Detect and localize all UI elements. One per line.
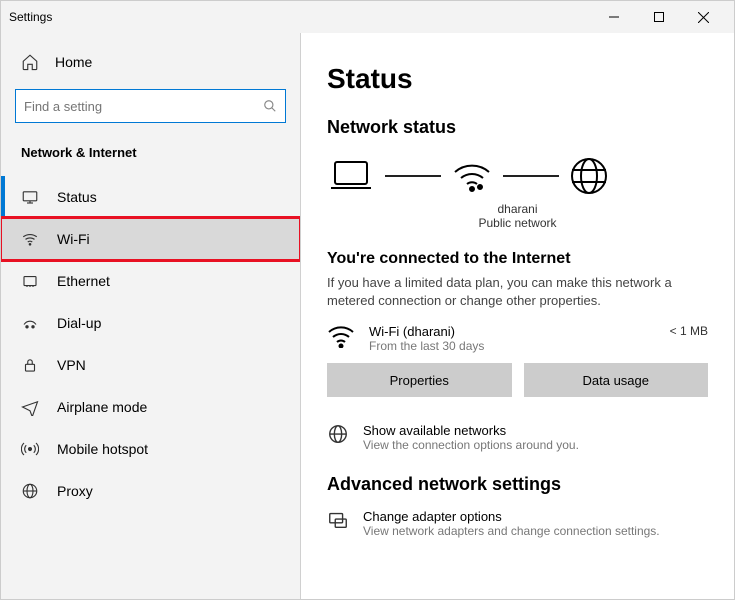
sidebar-item-status[interactable]: Status (1, 176, 300, 218)
connection-usage: < 1 MB (670, 324, 708, 338)
sidebar-item-vpn[interactable]: VPN (1, 344, 300, 386)
home-label: Home (55, 54, 92, 70)
show-networks-sub: View the connection options around you. (363, 438, 579, 452)
show-networks-title: Show available networks (363, 423, 579, 438)
sidebar-item-airplane[interactable]: Airplane mode (1, 386, 300, 428)
globe-icon (327, 423, 349, 445)
close-button[interactable] (681, 1, 726, 33)
network-diagram (327, 156, 708, 196)
sidebar-item-label: Ethernet (57, 273, 110, 289)
sidebar-item-hotspot[interactable]: Mobile hotspot (1, 428, 300, 470)
status-icon (21, 188, 39, 206)
wifi-diagram-icon (451, 158, 493, 194)
adapter-sub: View network adapters and change connect… (363, 524, 660, 538)
diagram-ssid: dharani (327, 202, 708, 216)
wifi-icon (21, 230, 39, 248)
home-nav[interactable]: Home (1, 43, 300, 81)
laptop-icon (327, 158, 375, 194)
hotspot-icon (21, 440, 39, 458)
settings-window: Settings Home (0, 0, 735, 600)
adapter-text: Change adapter options View network adap… (363, 509, 660, 538)
show-networks-link[interactable]: Show available networks View the connect… (327, 423, 708, 452)
connection-wifi-icon (327, 324, 355, 348)
connection-sub: From the last 30 days (369, 339, 484, 353)
window-title: Settings (9, 10, 52, 24)
diagram-nettype: Public network (327, 216, 708, 230)
connected-title: You're connected to the Internet (327, 250, 708, 268)
sidebar: Home Network & Internet Status (1, 33, 301, 599)
show-networks-text: Show available networks View the connect… (363, 423, 579, 452)
diagram-line (503, 175, 559, 177)
connection-row: Wi-Fi (dharani) From the last 30 days < … (327, 324, 708, 353)
page-heading: Status (327, 63, 708, 95)
sidebar-item-wifi[interactable]: Wi-Fi (1, 218, 300, 260)
proxy-icon (21, 482, 39, 500)
body: Home Network & Internet Status (1, 33, 734, 599)
sidebar-item-ethernet[interactable]: Ethernet (1, 260, 300, 302)
dialup-icon (21, 314, 39, 332)
data-usage-button[interactable]: Data usage (524, 363, 709, 397)
globe-diagram-icon (569, 156, 609, 196)
search-box[interactable] (15, 89, 286, 123)
search-input[interactable] (24, 99, 263, 114)
properties-button[interactable]: Properties (327, 363, 512, 397)
maximize-button[interactable] (636, 1, 681, 33)
sidebar-item-label: Dial-up (57, 315, 101, 331)
connection-name: Wi-Fi (dharani) (369, 324, 484, 339)
sidebar-item-label: Status (57, 189, 97, 205)
home-icon (21, 53, 39, 71)
search-icon (263, 99, 277, 113)
sidebar-item-label: Mobile hotspot (57, 441, 148, 457)
content: Status Network status dharani Public net… (301, 33, 734, 599)
connection-info: Wi-Fi (dharani) From the last 30 days (369, 324, 484, 353)
ethernet-icon (21, 272, 39, 290)
airplane-icon (21, 398, 39, 416)
adapter-title: Change adapter options (363, 509, 660, 524)
sidebar-item-label: Proxy (57, 483, 93, 499)
diagram-label: dharani Public network (327, 202, 708, 230)
sidebar-section-label: Network & Internet (1, 135, 300, 176)
connected-desc: If you have a limited data plan, you can… (327, 274, 708, 310)
search-wrap (1, 81, 300, 135)
sidebar-item-proxy[interactable]: Proxy (1, 470, 300, 512)
adapter-options-link[interactable]: Change adapter options View network adap… (327, 509, 708, 538)
window-controls (591, 1, 726, 33)
diagram-line (385, 175, 441, 177)
advanced-heading: Advanced network settings (327, 474, 708, 495)
sidebar-item-label: Wi-Fi (57, 231, 90, 247)
titlebar: Settings (1, 1, 734, 33)
adapter-icon (327, 509, 349, 531)
sidebar-item-dialup[interactable]: Dial-up (1, 302, 300, 344)
vpn-icon (21, 356, 39, 374)
connection-buttons: Properties Data usage (327, 363, 708, 397)
minimize-button[interactable] (591, 1, 636, 33)
section-subheading: Network status (327, 117, 708, 138)
sidebar-item-label: VPN (57, 357, 86, 373)
sidebar-item-label: Airplane mode (57, 399, 147, 415)
